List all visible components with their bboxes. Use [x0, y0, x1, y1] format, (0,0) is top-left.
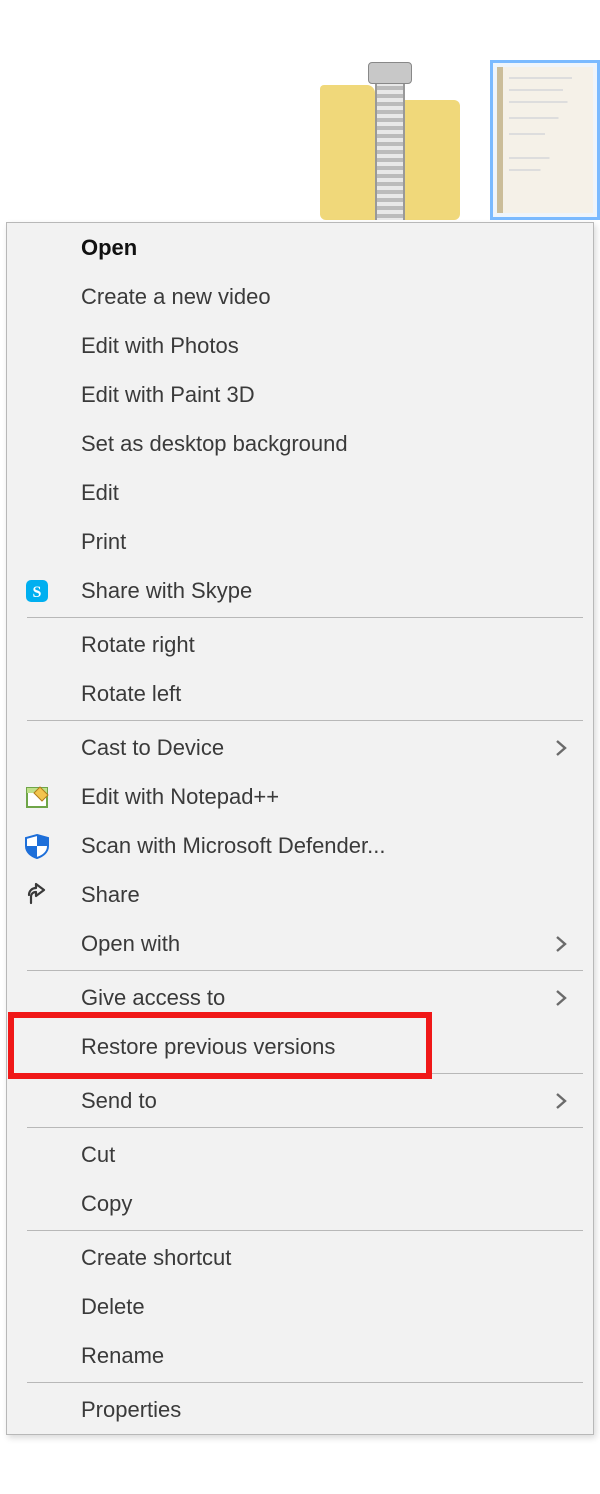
menu-separator — [27, 970, 583, 971]
menu-item-rename[interactable]: Rename — [7, 1331, 593, 1380]
notepad-icon — [7, 784, 67, 810]
chevron-right-icon — [553, 933, 593, 955]
menu-item-label: Scan with Microsoft Defender... — [67, 833, 593, 859]
menu-item-label: Delete — [67, 1294, 593, 1320]
menu-item-label: Set as desktop background — [67, 431, 593, 457]
menu-item-cut[interactable]: Cut — [7, 1130, 593, 1179]
menu-item-label: Rotate right — [67, 632, 593, 658]
menu-item-scan-with-microsoft-defender[interactable]: Scan with Microsoft Defender... — [7, 821, 593, 870]
menu-item-label: Send to — [67, 1088, 553, 1114]
menu-item-give-access-to[interactable]: Give access to — [7, 973, 593, 1022]
svg-text:S: S — [33, 584, 42, 601]
menu-item-label: Properties — [67, 1397, 593, 1423]
menu-item-label: Open with — [67, 931, 553, 957]
menu-item-copy[interactable]: Copy — [7, 1179, 593, 1228]
share-icon — [7, 882, 67, 908]
menu-item-label: Edit with Paint 3D — [67, 382, 593, 408]
skype-icon: S — [7, 578, 67, 604]
menu-item-label: Share — [67, 882, 593, 908]
menu-item-send-to[interactable]: Send to — [7, 1076, 593, 1125]
menu-item-label: Give access to — [67, 985, 553, 1011]
menu-item-rotate-right[interactable]: Rotate right — [7, 620, 593, 669]
menu-item-open-with[interactable]: Open with — [7, 919, 593, 968]
menu-item-edit-with-paint-3d[interactable]: Edit with Paint 3D — [7, 370, 593, 419]
chevron-right-icon — [553, 1090, 593, 1112]
menu-item-label: Edit with Notepad++ — [67, 784, 593, 810]
menu-item-restore-previous-versions[interactable]: Restore previous versions — [7, 1022, 593, 1071]
context-menu: Open Create a new video Edit with Photos Ed… — [6, 222, 594, 1435]
menu-separator — [27, 720, 583, 721]
menu-separator — [27, 1230, 583, 1231]
menu-separator — [27, 1127, 583, 1128]
menu-item-properties[interactable]: Properties — [7, 1385, 593, 1434]
menu-item-label: Rename — [67, 1343, 593, 1369]
menu-item-edit-with-notepad[interactable]: Edit with Notepad++ — [7, 772, 593, 821]
menu-item-label: Edit with Photos — [67, 333, 593, 359]
menu-separator — [27, 1073, 583, 1074]
menu-item-label: Share with Skype — [67, 578, 593, 604]
menu-item-label: Rotate left — [67, 681, 593, 707]
menu-item-label: Copy — [67, 1191, 593, 1217]
menu-item-label: Print — [67, 529, 593, 555]
chevron-right-icon — [553, 987, 593, 1009]
menu-item-label: Create shortcut — [67, 1245, 593, 1271]
menu-item-create-shortcut[interactable]: Create shortcut — [7, 1233, 593, 1282]
menu-separator — [27, 617, 583, 618]
menu-item-label: Create a new video — [67, 284, 593, 310]
menu-item-delete[interactable]: Delete — [7, 1282, 593, 1331]
menu-item-create-a-new-video[interactable]: Create a new video — [7, 272, 593, 321]
selected-image-thumbnail[interactable] — [490, 60, 600, 220]
menu-item-label: Cut — [67, 1142, 593, 1168]
menu-item-edit[interactable]: Edit — [7, 468, 593, 517]
menu-item-label: Cast to Device — [67, 735, 553, 761]
menu-item-set-as-desktop-background[interactable]: Set as desktop background — [7, 419, 593, 468]
zip-folder-icon[interactable] — [320, 70, 460, 220]
menu-item-share[interactable]: Share — [7, 870, 593, 919]
chevron-right-icon — [553, 737, 593, 759]
menu-item-edit-with-photos[interactable]: Edit with Photos — [7, 321, 593, 370]
menu-item-rotate-left[interactable]: Rotate left — [7, 669, 593, 718]
menu-item-share-with-skype[interactable]: S Share with Skype — [7, 566, 593, 615]
menu-item-label: Open — [67, 235, 593, 261]
menu-item-open[interactable]: Open — [7, 223, 593, 272]
menu-separator — [27, 1382, 583, 1383]
defender-icon — [7, 833, 67, 859]
menu-item-label: Restore previous versions — [67, 1034, 593, 1060]
menu-item-cast-to-device[interactable]: Cast to Device — [7, 723, 593, 772]
menu-item-label: Edit — [67, 480, 593, 506]
menu-item-print[interactable]: Print — [7, 517, 593, 566]
